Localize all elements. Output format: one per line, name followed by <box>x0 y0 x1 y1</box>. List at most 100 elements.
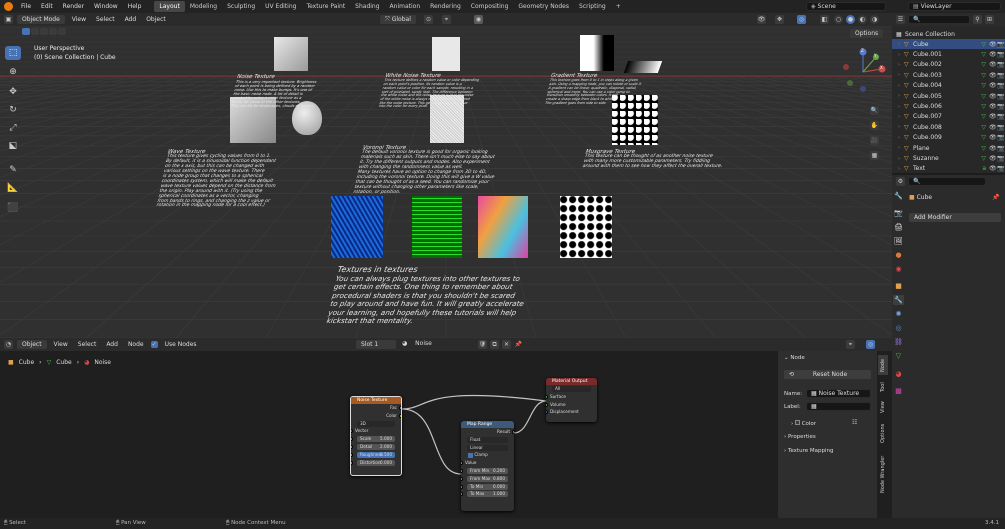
render-camera-icon[interactable]: 📷 <box>997 124 1005 131</box>
outliner-item[interactable]: › ▽ Cube.002 ▽ 👁 📷 <box>892 60 1005 70</box>
output-target-dropdown[interactable]: All <box>552 386 591 392</box>
noise-roughness-field[interactable]: Roughness 0.500 <box>357 451 395 458</box>
transform-orientation-dropdown[interactable]: ⤧ Global <box>380 15 416 24</box>
properties-editor-icon[interactable]: ⚙ <box>896 177 905 186</box>
zoom-icon[interactable]: 🔍 <box>870 106 879 115</box>
viewport-menu-view[interactable]: View <box>69 16 89 23</box>
material-tab-icon[interactable]: ◕ <box>893 369 904 379</box>
pivot-icon[interactable]: ⊙ <box>424 15 433 24</box>
outliner-item[interactable]: › ▽ Cube.008 ▽ 👁 📷 <box>892 122 1005 132</box>
gradient-plane[interactable] <box>623 61 663 73</box>
visibility-eye-icon[interactable]: 👁 <box>989 113 997 120</box>
tab-shading[interactable]: Shading <box>350 1 384 12</box>
overlays-icon[interactable]: ◎ <box>797 15 806 24</box>
textured-cube-bw[interactable] <box>560 196 612 258</box>
view-layer-selector[interactable]: ▤ ViewLayer <box>908 2 1001 11</box>
mesh-data-icon[interactable]: ▽ <box>981 134 986 141</box>
scale-tool-icon[interactable]: ⤢ <box>5 121 21 135</box>
mesh-data-icon[interactable]: ▽ <box>981 155 986 162</box>
transform-tool-icon[interactable]: ⬕ <box>5 139 21 153</box>
from-min-socket[interactable] <box>461 468 463 473</box>
detail-input-socket[interactable] <box>351 444 353 449</box>
volume-input-socket[interactable] <box>546 402 548 407</box>
outliner-item[interactable]: › ▽ Plane ▽ 👁 📷 <box>892 143 1005 153</box>
editor-type-icon[interactable]: ▣ <box>4 15 13 24</box>
mesh-data-icon[interactable]: ▽ <box>981 72 986 79</box>
object-mode-dropdown[interactable]: Object Mode <box>17 15 65 24</box>
textured-cube-green[interactable] <box>412 196 462 258</box>
tab-sculpting[interactable]: Sculpting <box>222 1 260 12</box>
viewport-menu-add[interactable]: Add <box>122 16 140 23</box>
menu-edit[interactable]: Edit <box>36 3 58 10</box>
visibility-eye-icon[interactable]: 👁 <box>989 155 997 162</box>
outliner-item[interactable]: › ▽ Cube.006 ▽ 👁 📷 <box>892 101 1005 111</box>
visibility-eye-icon[interactable]: 👁 <box>989 103 997 110</box>
tab-uv-editing[interactable]: UV Editing <box>260 1 301 12</box>
shader-type-dropdown[interactable]: Object <box>17 340 47 349</box>
mesh-data-icon[interactable]: ▽ <box>981 113 986 120</box>
outliner-item[interactable]: › ▽ Cube.003 ▽ 👁 📷 <box>892 70 1005 80</box>
tab-animation[interactable]: Animation <box>385 1 426 12</box>
add-workspace-button[interactable]: + <box>611 1 626 12</box>
add-modifier-dropdown[interactable]: Add Modifier <box>909 213 1001 222</box>
outliner-editor-icon[interactable]: ☰ <box>896 15 905 24</box>
ortho-grid-icon[interactable]: ▦ <box>870 151 879 160</box>
surface-input-socket[interactable] <box>546 394 548 399</box>
viewport-menu-select[interactable]: Select <box>93 16 118 23</box>
menu-window[interactable]: Window <box>89 3 123 10</box>
blender-logo-icon[interactable] <box>4 2 13 11</box>
gradient-cube[interactable] <box>580 35 614 71</box>
texture-tab-icon[interactable]: ▩ <box>893 386 904 396</box>
map-range-type-dropdown[interactable]: Float <box>467 436 508 443</box>
map-range-interp-dropdown[interactable]: Linear <box>467 444 508 451</box>
node-label-input[interactable]: ▦ <box>806 402 871 411</box>
annotate-tool-icon[interactable]: ✎ <box>5 163 21 177</box>
render-camera-icon[interactable]: 📷 <box>997 82 1005 89</box>
displacement-input-socket[interactable] <box>546 410 548 415</box>
menu-file[interactable]: File <box>16 3 36 10</box>
select-intersect-icon[interactable] <box>58 28 66 35</box>
visibility-eye-icon[interactable]: 👁 <box>989 41 997 48</box>
render-camera-icon[interactable]: 📷 <box>997 145 1005 152</box>
view-layer-tab-icon[interactable]: 🖼 <box>893 236 904 246</box>
measure-tool-icon[interactable]: 📐 <box>5 181 21 195</box>
color-row[interactable]: › Color <box>791 420 816 427</box>
noise-texture-cube[interactable] <box>274 37 308 71</box>
tab-scripting[interactable]: Scripting <box>574 1 611 12</box>
particles-tab-icon[interactable]: ✺ <box>893 309 904 319</box>
scene-selector[interactable]: ◈ Scene <box>806 2 886 11</box>
tab-geometry-nodes[interactable]: Geometry Nodes <box>513 1 574 12</box>
move-tool-icon[interactable]: ✥ <box>5 85 21 99</box>
mesh-data-icon[interactable]: ▽ <box>981 61 986 68</box>
node-pin-icon[interactable]: 📌 <box>514 340 523 349</box>
white-noise-cube[interactable] <box>432 37 460 71</box>
world-tab-icon[interactable]: ◉ <box>893 264 904 274</box>
sidebar-tab-tool[interactable]: Tool <box>878 379 888 395</box>
noise-texture-node[interactable]: Noise Texture Fac Color 3D Vector Scale 5… <box>350 396 402 476</box>
mesh-data-icon[interactable]: ▽ <box>981 124 986 131</box>
navigation-gizmo[interactable]: Z X Y <box>838 47 888 97</box>
render-camera-icon[interactable]: 📷 <box>997 165 1005 172</box>
modifier-tab-icon[interactable]: 🔧 <box>893 295 904 305</box>
outliner-item[interactable]: › ▽ Cube.005 ▽ 👁 📷 <box>892 91 1005 101</box>
to-min-field[interactable]: To Min 0.000 <box>467 483 508 490</box>
noise-scale-field[interactable]: Scale 5.000 <box>357 436 395 443</box>
sidebar-tab-node-wrangler[interactable]: Node Wrangler <box>878 451 888 497</box>
outliner-item[interactable]: › ▽ Cube.009 ▽ 👁 📷 <box>892 133 1005 143</box>
scale-input-socket[interactable] <box>351 437 353 442</box>
outliner-item[interactable]: › ▽ Text a 👁 📷 <box>892 164 1005 174</box>
output-tab-icon[interactable]: 🖨 <box>893 222 904 232</box>
clamp-checkbox[interactable] <box>468 452 473 458</box>
render-camera-icon[interactable]: 📷 <box>997 113 1005 120</box>
visibility-eye-icon[interactable]: 👁 <box>989 134 997 141</box>
color-output-socket[interactable] <box>399 413 401 418</box>
visibility-eye-icon[interactable]: 👁 <box>989 93 997 100</box>
render-camera-icon[interactable]: 📷 <box>997 93 1005 100</box>
3d-viewport[interactable]: ⬚ ⊕ ✥ ↻ ⤢ ⬕ ✎ 📐 ⬛ User Perspective (0) S… <box>0 13 892 338</box>
select-new-icon[interactable] <box>22 28 30 35</box>
mesh-data-icon[interactable]: ▽ <box>981 51 986 58</box>
physics-tab-icon[interactable]: ◎ <box>893 323 904 333</box>
visibility-eye-icon[interactable]: 👁 <box>989 145 997 152</box>
render-camera-icon[interactable]: 📷 <box>997 72 1005 79</box>
pan-hand-icon[interactable]: ✋ <box>870 121 879 130</box>
